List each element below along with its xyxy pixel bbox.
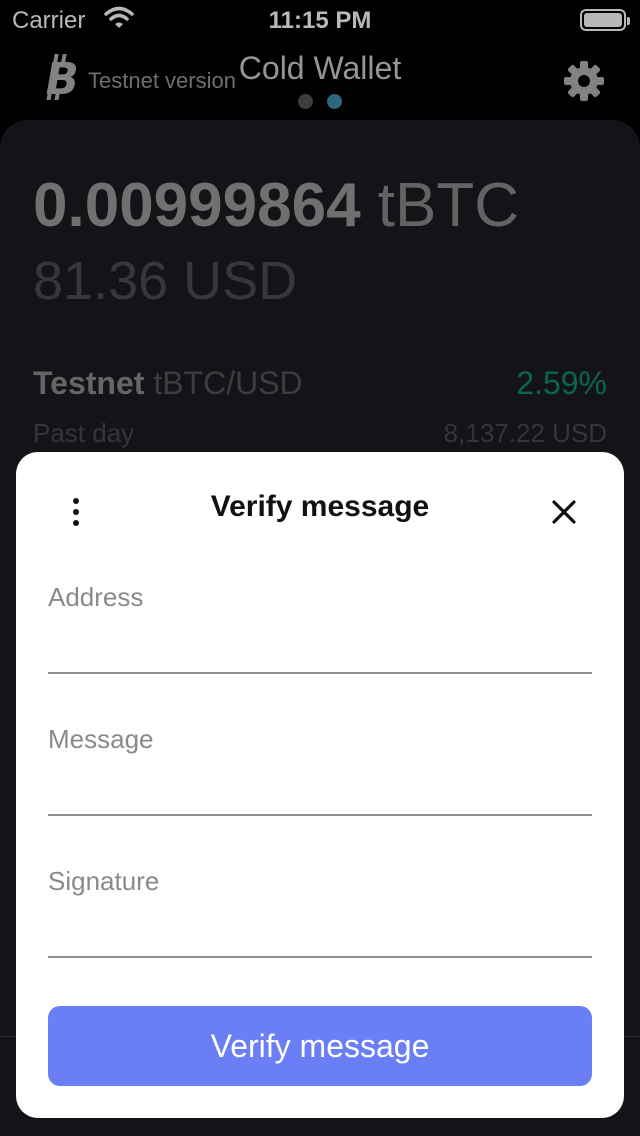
close-icon[interactable] (549, 497, 579, 532)
message-label: Message (48, 724, 154, 754)
signature-input[interactable] (48, 922, 596, 952)
address-field[interactable]: Address (48, 582, 596, 674)
verify-message-dialog: Verify message Address Message Signature… (16, 452, 624, 1118)
message-input[interactable] (48, 780, 596, 810)
address-label: Address (48, 582, 144, 612)
verify-message-button[interactable]: Verify message (48, 1006, 592, 1086)
message-field[interactable]: Message (48, 724, 596, 816)
signature-label: Signature (48, 866, 160, 896)
address-input[interactable] (48, 638, 596, 668)
signature-field[interactable]: Signature (48, 866, 596, 958)
dialog-title: Verify message (210, 490, 430, 523)
